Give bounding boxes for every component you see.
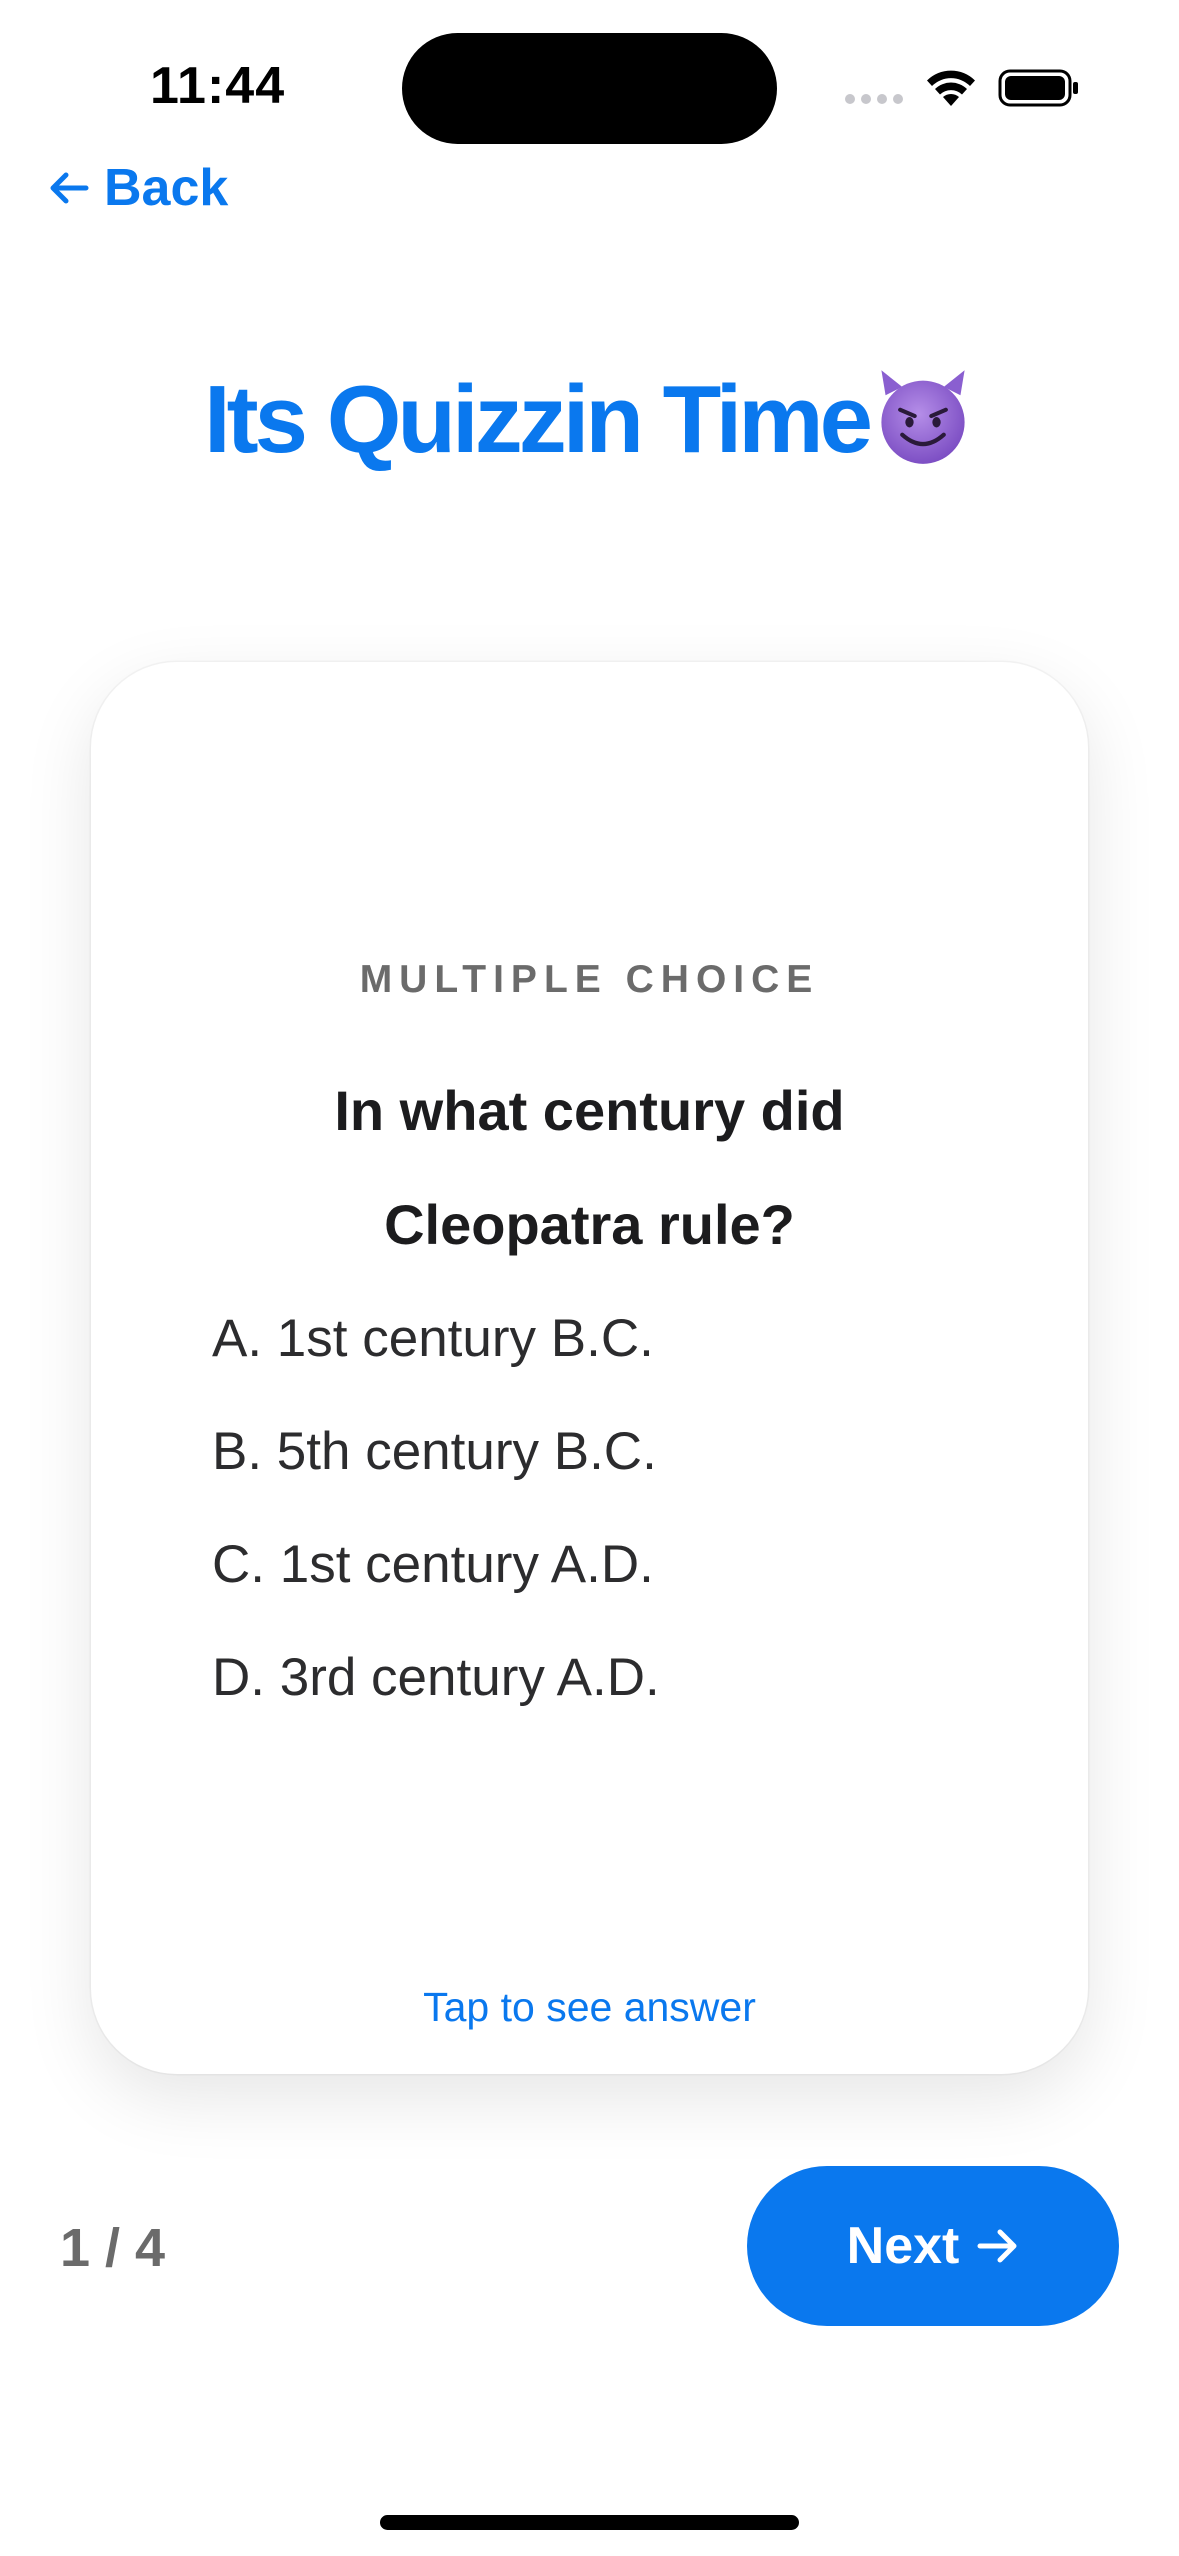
question-text: In what century did Cleopatra rule? <box>334 1079 845 1256</box>
arrow-right-icon <box>977 2229 1017 2263</box>
battery-icon <box>998 69 1078 107</box>
status-time: 11:44 <box>150 57 286 115</box>
page-header: Its Quizzin Time <box>0 360 1179 480</box>
progress-counter: 1 / 4 <box>60 2218 166 2278</box>
option-b: B. 5th century B.C. <box>212 1422 657 1481</box>
reveal-answer-hint[interactable]: Tap to see answer <box>91 1984 1088 2031</box>
option-c: C. 1st century A.D. <box>212 1535 654 1594</box>
options-list: A. 1st century B.C. B. 5th century B.C. … <box>212 1282 660 1734</box>
back-label: Back <box>104 159 229 217</box>
page-title: Its Quizzin Time <box>204 366 873 473</box>
quiz-screen: 11:44 Back Its Quizzin Time MULTIPLE CHO… <box>0 0 1179 2556</box>
back-button[interactable]: Back <box>48 158 228 218</box>
home-indicator[interactable] <box>380 2515 799 2530</box>
option-d: D. 3rd century A.D. <box>212 1648 660 1707</box>
next-button[interactable]: Next <box>747 2166 1119 2326</box>
wifi-icon <box>927 70 975 106</box>
option-a: A. 1st century B.C. <box>212 1309 654 1368</box>
cellular-signal-icon <box>845 94 903 104</box>
dynamic-island <box>402 33 777 144</box>
question-card[interactable]: MULTIPLE CHOICE In what century did Cleo… <box>91 662 1088 2074</box>
smiling-devil-icon <box>881 370 965 464</box>
next-label: Next <box>846 2217 960 2275</box>
question-type-label: MULTIPLE CHOICE <box>359 958 820 1001</box>
arrow-left-icon <box>50 172 89 204</box>
